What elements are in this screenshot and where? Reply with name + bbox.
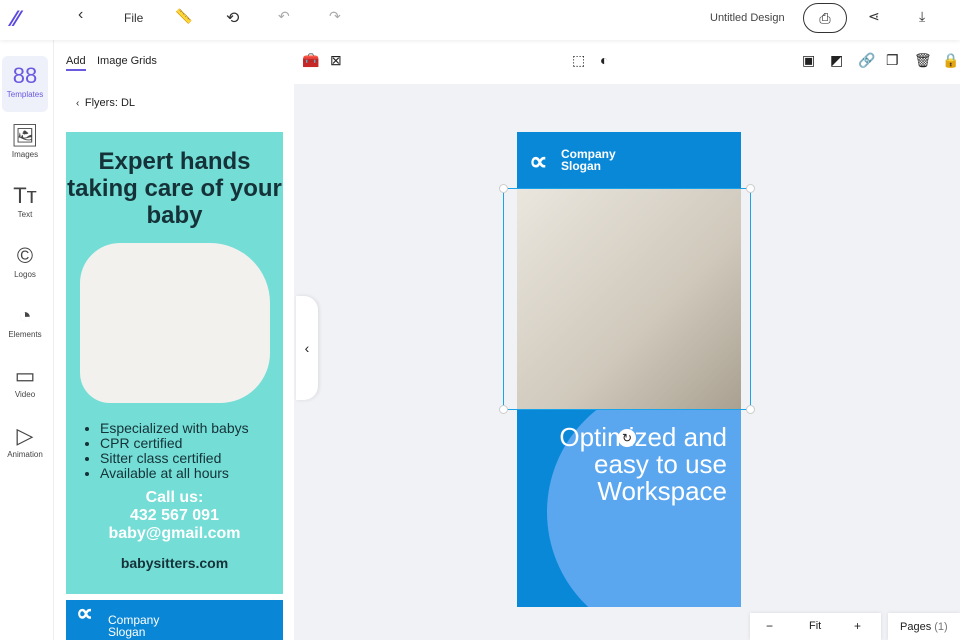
file-menu[interactable]: File [124, 11, 143, 25]
collapse-panel-button[interactable]: ‹ [296, 296, 318, 400]
template-thumbnail-babysitter[interactable]: Expert hands taking care of your baby Es… [66, 132, 283, 594]
download-icon[interactable]: ⤓ [919, 8, 925, 25]
top-bar: ⁄⁄ ‹ File 📏 ⟲ ↶ ↷ Untitled Design ⎙ ⋖ ⤓ [0, 0, 960, 40]
bullet: CPR certified [100, 436, 283, 451]
app-logo[interactable]: ⁄⁄ [12, 6, 36, 31]
add-element-icon[interactable]: 🧰 [302, 52, 319, 69]
tab-image-grids[interactable]: Image Grids [97, 55, 157, 67]
rotate-handle[interactable]: ↻ [618, 429, 636, 447]
bullet: Sitter class certified [100, 451, 283, 466]
website: babysitters.com [120, 555, 229, 571]
fit-icon[interactable]: ▣ [802, 52, 815, 69]
rail-images[interactable]: 🖼 Images [2, 116, 48, 172]
canvas-toolbar: 🧰 ⊠ ⬚ ◐ ▣ ◩ 🔗 ❐ 🗑 🔒 [294, 40, 960, 84]
rail-label: Templates [6, 90, 44, 99]
video-icon: ▭ [14, 363, 36, 388]
design-logo[interactable]: ∝ Company Slogan [529, 146, 616, 176]
rail-text[interactable]: Tт Text [2, 176, 48, 232]
share-icon[interactable]: ⋖ [868, 8, 880, 25]
logo-icon: ∝ [76, 600, 94, 627]
selection-box[interactable] [499, 184, 755, 414]
duplicate-icon[interactable]: ❐ [886, 52, 899, 69]
remove-background-icon[interactable]: ⊠ [330, 52, 342, 69]
rail-label: Video [14, 390, 36, 399]
redo-icon[interactable]: ↷ [329, 8, 341, 25]
rail-animation[interactable]: ▷ Animation [2, 416, 48, 472]
ruler-icon[interactable]: 📏 [175, 8, 192, 25]
zoom-control: − Fit + [750, 613, 881, 640]
rail-label: Text [17, 210, 33, 219]
layer-icon[interactable]: ◩ [830, 52, 843, 69]
bullet: Especialized with babys [100, 421, 283, 436]
rail-elements[interactable]: ◔ Elements [2, 296, 48, 352]
rail-label: Images [11, 150, 39, 159]
call-label: Call us: [145, 489, 204, 506]
document-title[interactable]: Untitled Design [710, 12, 785, 24]
rail-label: Elements [8, 330, 42, 339]
templates-icon: 88 [12, 63, 38, 88]
template-thumbnail-company[interactable]: ∝ Company Slogan [66, 600, 283, 640]
print-button[interactable]: ⎙ [803, 3, 847, 33]
bullet: Available at all hours [100, 466, 283, 481]
zoom-in-button[interactable]: + [854, 619, 861, 633]
link-icon[interactable]: 🔗 [858, 52, 875, 69]
zoom-out-button[interactable]: − [766, 619, 773, 633]
play-icon: ▷ [16, 423, 34, 448]
logo-icon: ∝ [529, 146, 548, 176]
baby-photo [79, 243, 270, 403]
pages-label: Pages [900, 621, 932, 633]
rail-templates[interactable]: 88 Templates [2, 56, 48, 112]
breadcrumb-label: Flyers: DL [84, 97, 136, 109]
email: baby@gmail.com [108, 525, 241, 542]
rail-label: Logos [14, 270, 36, 279]
left-rail: 88 Templates 🖼 Images Tт Text © Logos ◔ Eleme… [0, 40, 54, 640]
back-icon[interactable]: ‹ [78, 6, 83, 24]
breadcrumb[interactable]: ‹ Flyers: DL [76, 97, 135, 109]
resize-handle[interactable] [746, 405, 755, 414]
pages-button[interactable]: Pages (1) [888, 613, 960, 640]
copyright-icon: © [16, 243, 34, 268]
slogan: Slogan [108, 625, 146, 639]
text-icon: Tт [13, 183, 37, 208]
undo-icon[interactable]: ↶ [278, 8, 290, 25]
select-icon[interactable]: ⬚ [572, 52, 585, 69]
lock-icon[interactable]: 🔒 [942, 52, 959, 69]
template-headline: Expert hands taking care of your baby [67, 148, 282, 229]
delete-icon[interactable]: 🗑 [914, 52, 932, 69]
resize-handle[interactable] [746, 184, 755, 193]
phone: 432 567 091 [130, 507, 219, 524]
tab-add[interactable]: Add [66, 55, 86, 71]
rail-logos[interactable]: © Logos [2, 236, 48, 292]
history-icon[interactable]: ⟲ [226, 8, 239, 28]
zoom-level[interactable]: Fit [809, 620, 821, 632]
pages-count: (1) [934, 621, 948, 633]
pie-icon: ◔ [18, 303, 32, 328]
rail-label: Animation [7, 450, 43, 459]
contrast-icon[interactable]: ◐ [600, 52, 608, 68]
template-bullets: Especialized with babys CPR certified Si… [100, 421, 283, 481]
resize-handle[interactable] [499, 405, 508, 414]
rail-video[interactable]: ▭ Video [2, 356, 48, 412]
image-icon: 🖼 [11, 123, 39, 148]
resize-handle[interactable] [499, 184, 508, 193]
slogan: Slogan [561, 159, 602, 173]
